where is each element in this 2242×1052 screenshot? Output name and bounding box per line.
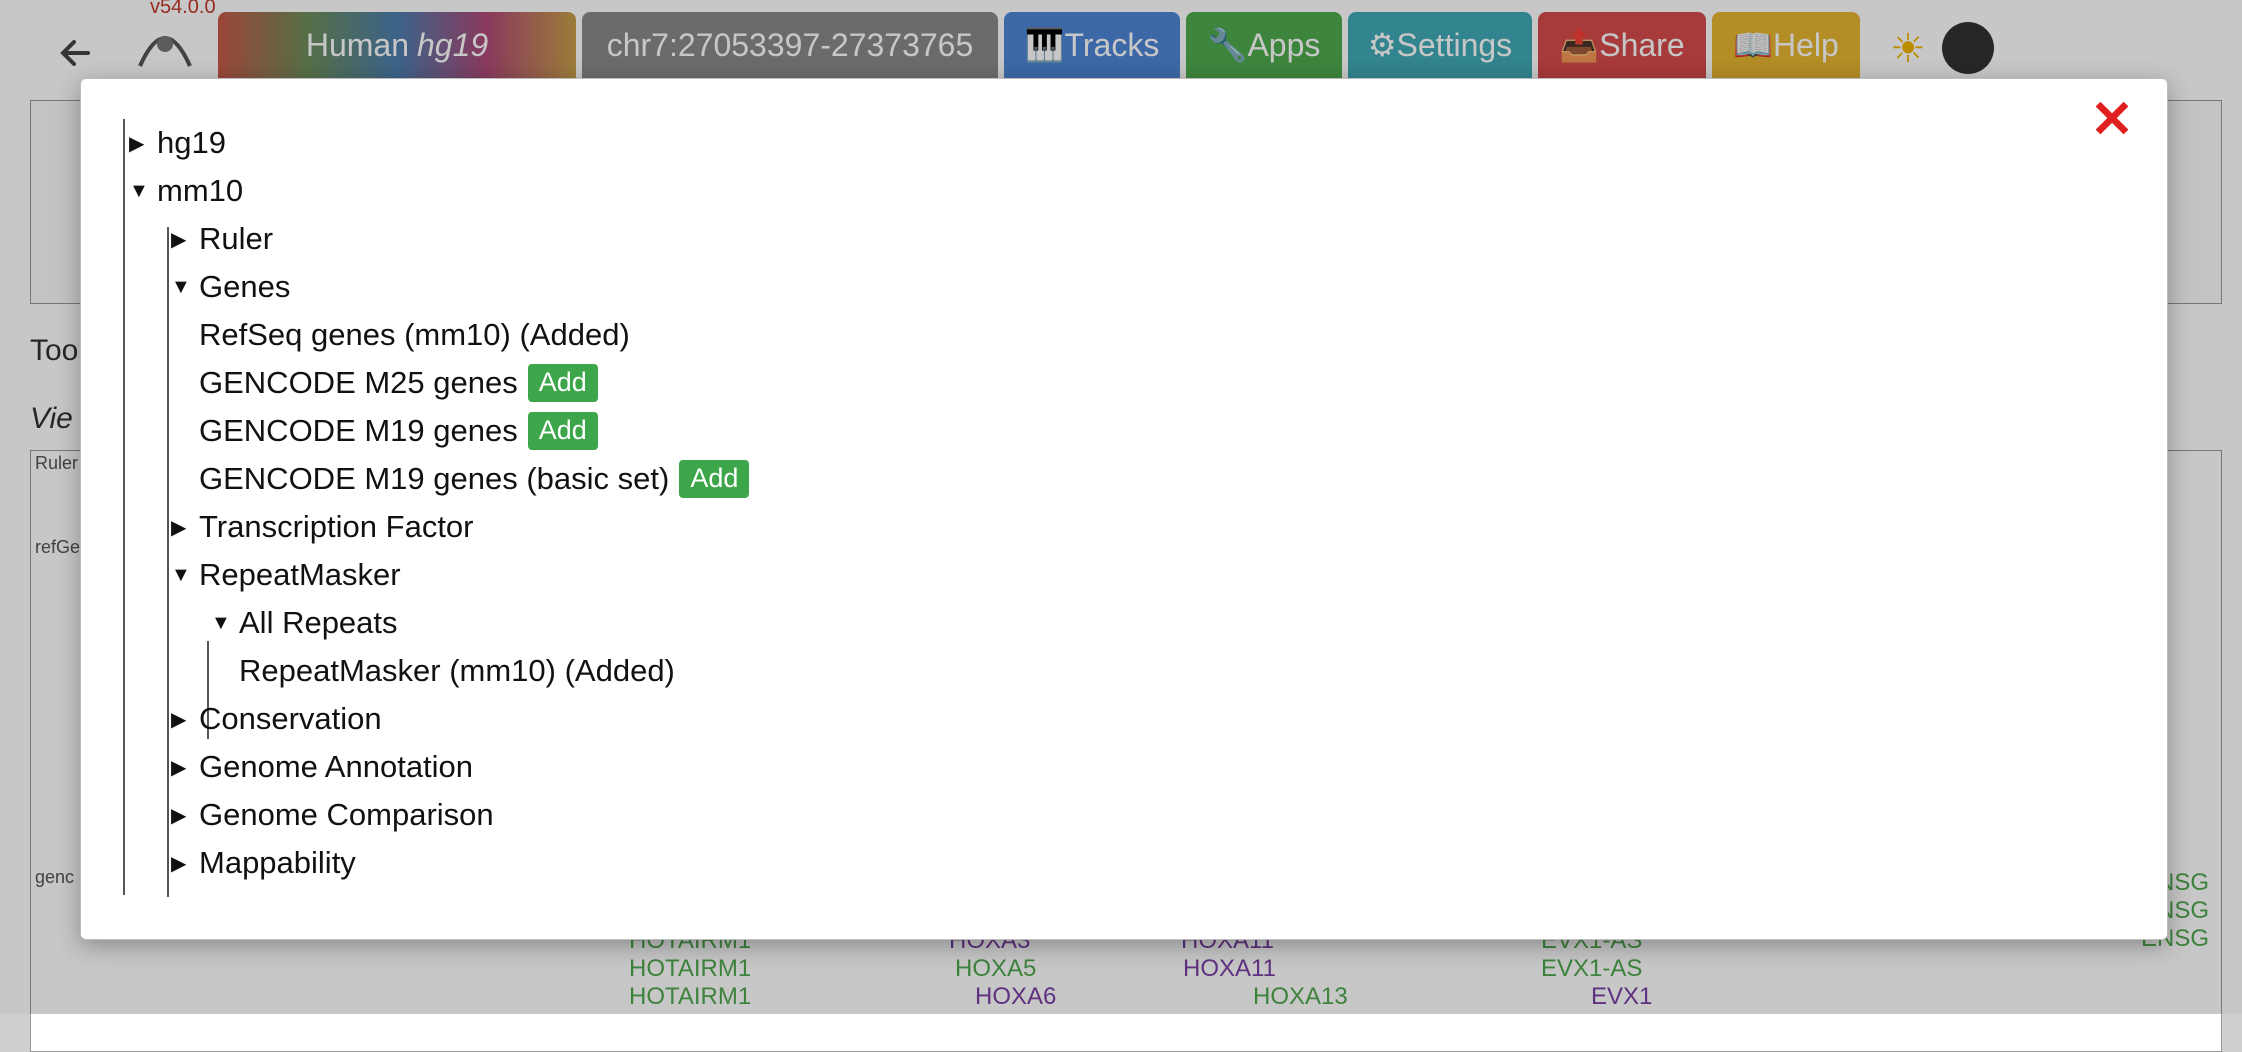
caret-right-icon: ▶ xyxy=(171,708,187,731)
tree-node-label: Genome Comparison xyxy=(199,797,494,832)
tree-node-all-repeats[interactable]: ▼ All Repeats xyxy=(211,599,398,647)
track-item-refseq-mm10: RefSeq genes (mm10) (Added) xyxy=(199,311,630,359)
tree-node-genome-annotation[interactable]: ▶ Genome Annotation xyxy=(171,743,473,791)
caret-right-icon: ▶ xyxy=(171,756,187,779)
close-button[interactable]: ✕ xyxy=(2085,91,2139,149)
track-item-label: GENCODE M25 genes xyxy=(199,365,518,400)
caret-down-icon: ▼ xyxy=(171,275,191,298)
caret-down-icon: ▼ xyxy=(129,179,149,202)
tree-node-repeatmasker[interactable]: ▼ RepeatMasker xyxy=(171,551,401,599)
caret-right-icon: ▶ xyxy=(171,228,187,251)
add-button[interactable]: Add xyxy=(527,412,598,450)
tree-node-label: Transcription Factor xyxy=(199,509,474,544)
add-button[interactable]: Add xyxy=(527,364,598,402)
tree-node-label: hg19 xyxy=(157,125,226,160)
tree-node-mappability[interactable]: ▶ Mappability xyxy=(171,839,356,887)
tree-node-label: Ruler xyxy=(199,221,274,256)
tree-node-genome-comparison[interactable]: ▶ Genome Comparison xyxy=(171,791,494,839)
track-item-label: GENCODE M19 genes xyxy=(199,413,518,448)
track-item-label: RefSeq genes (mm10) (Added) xyxy=(199,317,630,352)
add-button[interactable]: Add xyxy=(679,460,750,498)
tree-node-ruler[interactable]: ▶ Ruler xyxy=(171,215,273,263)
close-icon: ✕ xyxy=(2090,91,2134,149)
tree-node-transcription-factor[interactable]: ▶ Transcription Factor xyxy=(171,503,474,551)
caret-right-icon: ▶ xyxy=(171,516,187,539)
tree-node-label: Mappability xyxy=(199,845,356,880)
track-item-gencode-m19: GENCODE M19 genes Add xyxy=(199,407,598,455)
caret-down-icon: ▼ xyxy=(211,611,231,634)
track-item-label: GENCODE M19 genes (basic set) xyxy=(199,461,670,496)
tree-node-label: RepeatMasker xyxy=(199,557,401,592)
track-item-label: RepeatMasker (mm10) (Added) xyxy=(239,653,675,688)
track-tree: ▶ hg19 ▼ mm10 ▶ Ruler ▼ Genes RefSeq gen… xyxy=(123,119,1525,897)
tree-node-label: All Repeats xyxy=(239,605,398,640)
track-selector-modal: ✕ ▶ hg19 ▼ mm10 ▶ Ruler ▼ Genes RefSeq g… xyxy=(80,78,2168,940)
tree-node-label: Genome Annotation xyxy=(199,749,474,784)
tree-node-label: Genes xyxy=(199,269,291,304)
tree-node-hg19[interactable]: ▶ hg19 xyxy=(129,119,226,167)
caret-right-icon: ▶ xyxy=(171,804,187,827)
caret-right-icon: ▶ xyxy=(129,132,145,155)
tree-node-genes[interactable]: ▼ Genes xyxy=(171,263,290,311)
track-item-repeatmasker-mm10: RepeatMasker (mm10) (Added) xyxy=(239,647,675,695)
tree-node-label: mm10 xyxy=(157,173,244,208)
tree-guide-mm10 xyxy=(167,227,169,897)
track-item-gencode-m25: GENCODE M25 genes Add xyxy=(199,359,598,407)
caret-down-icon: ▼ xyxy=(171,563,191,586)
tree-node-conservation[interactable]: ▶ Conservation xyxy=(171,695,382,743)
track-item-gencode-m19-basic: GENCODE M19 genes (basic set) Add xyxy=(199,455,750,503)
tree-node-label: Conservation xyxy=(199,701,382,736)
tree-node-mm10[interactable]: ▼ mm10 xyxy=(129,167,243,215)
caret-right-icon: ▶ xyxy=(171,852,187,875)
